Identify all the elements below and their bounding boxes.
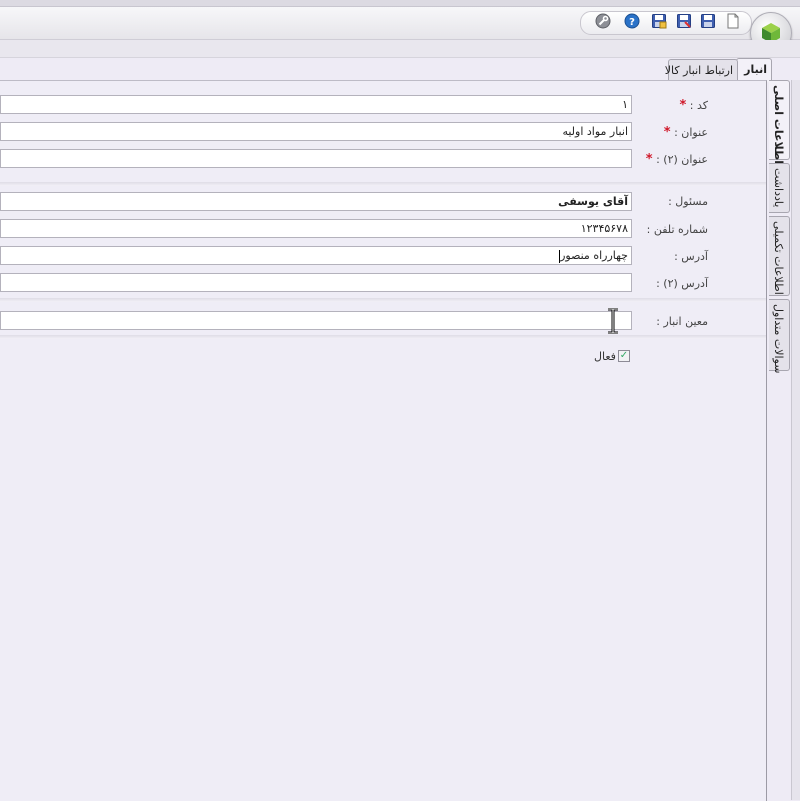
title2-label: عنوان (۲) : * — [645, 152, 708, 167]
section-divider — [0, 298, 766, 302]
section-divider — [0, 335, 766, 339]
window-top-border — [0, 0, 800, 7]
header-strip — [0, 40, 800, 58]
required-mark: * — [645, 152, 653, 167]
address-field[interactable]: چهارراه منصور — [0, 246, 632, 265]
save-close-icon[interactable] — [651, 13, 667, 29]
save-icon[interactable] — [700, 13, 716, 29]
section-divider — [0, 182, 766, 186]
required-mark: * — [663, 125, 671, 140]
phone-label: شماره تلفن : — [646, 223, 708, 236]
warehouse-keeper-label: معین انبار : — [656, 315, 708, 328]
warehouse-keeper-field[interactable] — [0, 311, 632, 330]
help-icon[interactable]: ? — [624, 13, 640, 29]
required-mark: * — [679, 98, 687, 113]
svg-text:?: ? — [629, 17, 635, 28]
tab-warehouse[interactable]: انبار — [736, 58, 772, 82]
form-panel: کد : * ۱ عنوان : * انبار مواد اولیه عنوا… — [0, 80, 767, 801]
side-tab-main-info[interactable]: اطلاعات اصلی — [769, 80, 790, 164]
save-as-icon[interactable] — [676, 13, 692, 29]
title-label: عنوان : * — [663, 125, 708, 140]
address2-field[interactable] — [0, 273, 632, 292]
side-tab-notes[interactable]: یادداشت — [769, 163, 790, 213]
side-tab-faq[interactable]: سوالات متداول — [769, 299, 790, 373]
text-cursor-icon — [606, 307, 620, 337]
side-tab-extra-info[interactable]: اطلاعات تکمیلی — [769, 216, 790, 296]
tools-icon[interactable] — [595, 13, 611, 29]
phone-field[interactable]: ۱۲۳۴۵۶۷۸ — [0, 219, 632, 238]
right-rail — [791, 80, 800, 800]
manager-field[interactable]: آقای یوسفی — [0, 192, 632, 211]
address2-label: آدرس (۲) : — [656, 277, 708, 290]
address-value: چهارراه منصور — [560, 249, 628, 262]
title-field[interactable]: انبار مواد اولیه — [0, 122, 632, 141]
toolbar: ? — [0, 7, 800, 40]
address-label: آدرس : — [674, 250, 708, 263]
code-label: کد : * — [679, 98, 708, 113]
code-field[interactable]: ۱ — [0, 95, 632, 114]
title2-field[interactable] — [0, 149, 632, 168]
active-checkbox[interactable]: ✓ — [618, 350, 630, 362]
manager-label: مسئول : — [668, 195, 708, 208]
new-document-icon[interactable] — [725, 13, 741, 29]
tab-warehouse-goods-link[interactable]: ارتباط انبار کالا — [665, 59, 738, 81]
active-label: فعال — [594, 350, 616, 363]
